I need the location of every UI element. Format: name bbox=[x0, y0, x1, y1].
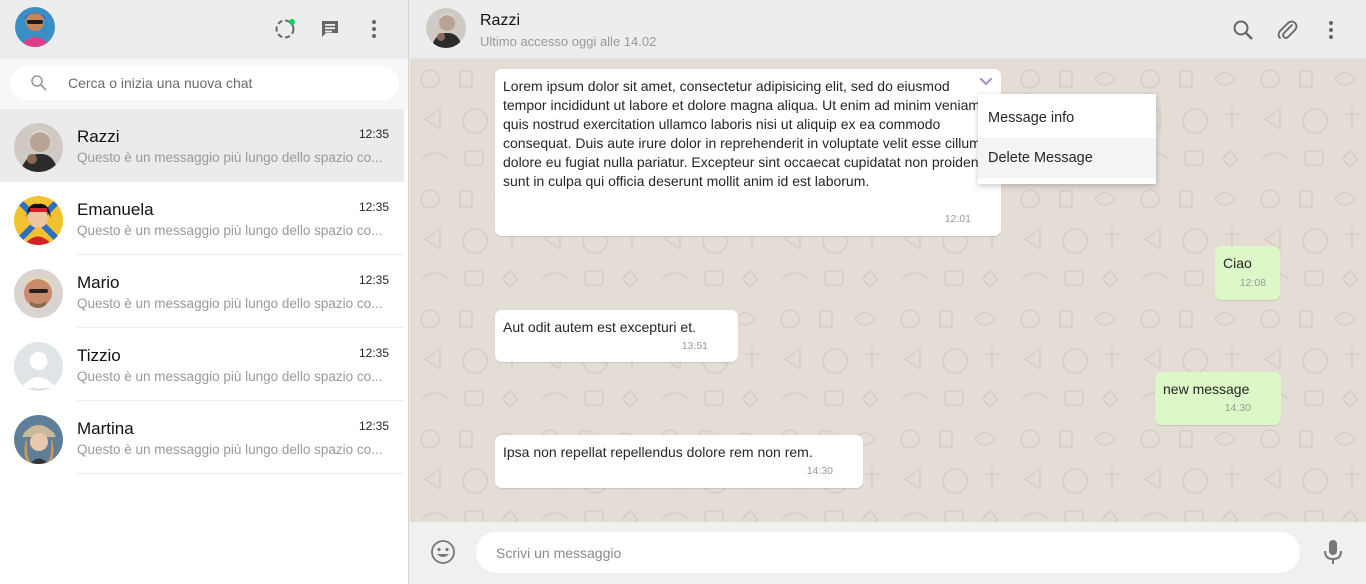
chat-item-martina[interactable]: Martina 12:35 Questo è un messaggio più … bbox=[0, 401, 404, 474]
message-text: Lorem ipsum dolor sit amet, consectetur … bbox=[503, 78, 987, 189]
attach-icon[interactable] bbox=[1275, 18, 1299, 42]
incoming-message[interactable]: Aut odit autem est excepturi et. 13:51 bbox=[495, 310, 738, 362]
message-time: 13:51 bbox=[681, 340, 708, 352]
chat-time: 12:35 bbox=[358, 419, 389, 433]
menu-icon[interactable] bbox=[1319, 18, 1343, 42]
incoming-message[interactable]: Lorem ipsum dolor sit amet, consectetur … bbox=[495, 69, 1001, 236]
default-avatar-icon bbox=[14, 342, 63, 391]
message-text: Ipsa non repellat repellendus dolore rem… bbox=[503, 444, 813, 460]
chat-item-razzi[interactable]: Razzi 12:35 Questo è un messaggio più lu… bbox=[0, 109, 404, 182]
message-time: 12:01 bbox=[944, 213, 971, 225]
chat-preview: Questo è un messaggio più lungo dello sp… bbox=[77, 223, 383, 238]
incoming-message[interactable]: Ipsa non repellat repellendus dolore rem… bbox=[495, 435, 863, 488]
chat-name: Mario bbox=[77, 273, 120, 292]
menu-item-message-info[interactable]: Message info bbox=[978, 98, 1156, 138]
chat-time: 12:35 bbox=[358, 346, 389, 360]
status-icon[interactable] bbox=[273, 17, 297, 41]
new-chat-icon[interactable] bbox=[318, 17, 342, 41]
chat-name: Emanuela bbox=[77, 200, 154, 219]
chat-preview: Questo è un messaggio più lungo dello sp… bbox=[77, 296, 383, 311]
avatar bbox=[14, 269, 63, 318]
avatar bbox=[14, 415, 63, 464]
search-bar bbox=[0, 59, 408, 109]
avatar bbox=[14, 196, 63, 245]
chat-sidebar: Razzi 12:35 Questo è un messaggio più lu… bbox=[0, 0, 409, 584]
conversation-panel: Razzi Ultimo accesso oggi alle 14.02 Lor… bbox=[410, 0, 1366, 584]
chat-time: 12:35 bbox=[358, 273, 389, 287]
search-icon[interactable] bbox=[1231, 18, 1255, 42]
message-composer bbox=[410, 522, 1366, 584]
conversation-header: Razzi Ultimo accesso oggi alle 14.02 bbox=[410, 0, 1366, 59]
search-box bbox=[10, 66, 399, 100]
sidebar-header bbox=[0, 0, 408, 59]
last-seen-status: Ultimo accesso oggi alle 14.02 bbox=[480, 34, 657, 49]
message-context-menu: Message info Delete Message bbox=[978, 94, 1156, 184]
message-time: 14:30 bbox=[1224, 402, 1251, 414]
chat-time: 12:35 bbox=[358, 127, 389, 141]
search-input[interactable] bbox=[68, 66, 388, 100]
chat-time: 12:35 bbox=[358, 200, 389, 214]
chat-list: Razzi 12:35 Questo è un messaggio più lu… bbox=[0, 109, 404, 474]
my-avatar[interactable] bbox=[15, 7, 55, 47]
avatar bbox=[14, 123, 63, 172]
message-input[interactable] bbox=[476, 532, 1300, 573]
contact-avatar[interactable] bbox=[426, 8, 466, 48]
chat-preview: Questo è un messaggio più lungo dello sp… bbox=[77, 150, 383, 165]
chat-name: Tizzio bbox=[77, 346, 121, 365]
message-text: Ciao bbox=[1223, 255, 1252, 271]
chat-item-mario[interactable]: Mario 12:35 Questo è un messaggio più lu… bbox=[0, 255, 404, 328]
message-time: 14:30 bbox=[806, 465, 833, 477]
chevron-down-icon[interactable] bbox=[979, 75, 993, 89]
outgoing-message[interactable]: Ciao 12:08 bbox=[1215, 246, 1280, 300]
outgoing-message[interactable]: new message 14:30 bbox=[1155, 372, 1281, 425]
chat-item-tizzio[interactable]: Tizzio 12:35 Questo è un messaggio più l… bbox=[0, 328, 404, 401]
chat-name: Razzi bbox=[77, 127, 120, 146]
chat-preview: Questo è un messaggio più lungo dello sp… bbox=[77, 442, 383, 457]
message-text: new message bbox=[1163, 381, 1250, 397]
menu-item-delete-message[interactable]: Delete Message bbox=[978, 138, 1156, 178]
message-area[interactable]: Lorem ipsum dolor sit amet, consectetur … bbox=[410, 59, 1366, 522]
contact-name: Razzi bbox=[480, 12, 521, 29]
microphone-icon[interactable] bbox=[1322, 539, 1344, 565]
chat-item-emanuela[interactable]: Emanuela 12:35 Questo è un messaggio più… bbox=[0, 182, 404, 255]
message-text: Aut odit autem est excepturi et. bbox=[503, 319, 696, 335]
chat-preview: Questo è un messaggio più lungo dello sp… bbox=[77, 369, 383, 384]
menu-icon[interactable] bbox=[362, 17, 386, 41]
chat-name: Martina bbox=[77, 419, 134, 438]
search-icon bbox=[30, 74, 48, 92]
divider bbox=[77, 473, 404, 474]
message-time: 12:08 bbox=[1239, 277, 1266, 289]
emoji-icon[interactable] bbox=[430, 539, 456, 565]
